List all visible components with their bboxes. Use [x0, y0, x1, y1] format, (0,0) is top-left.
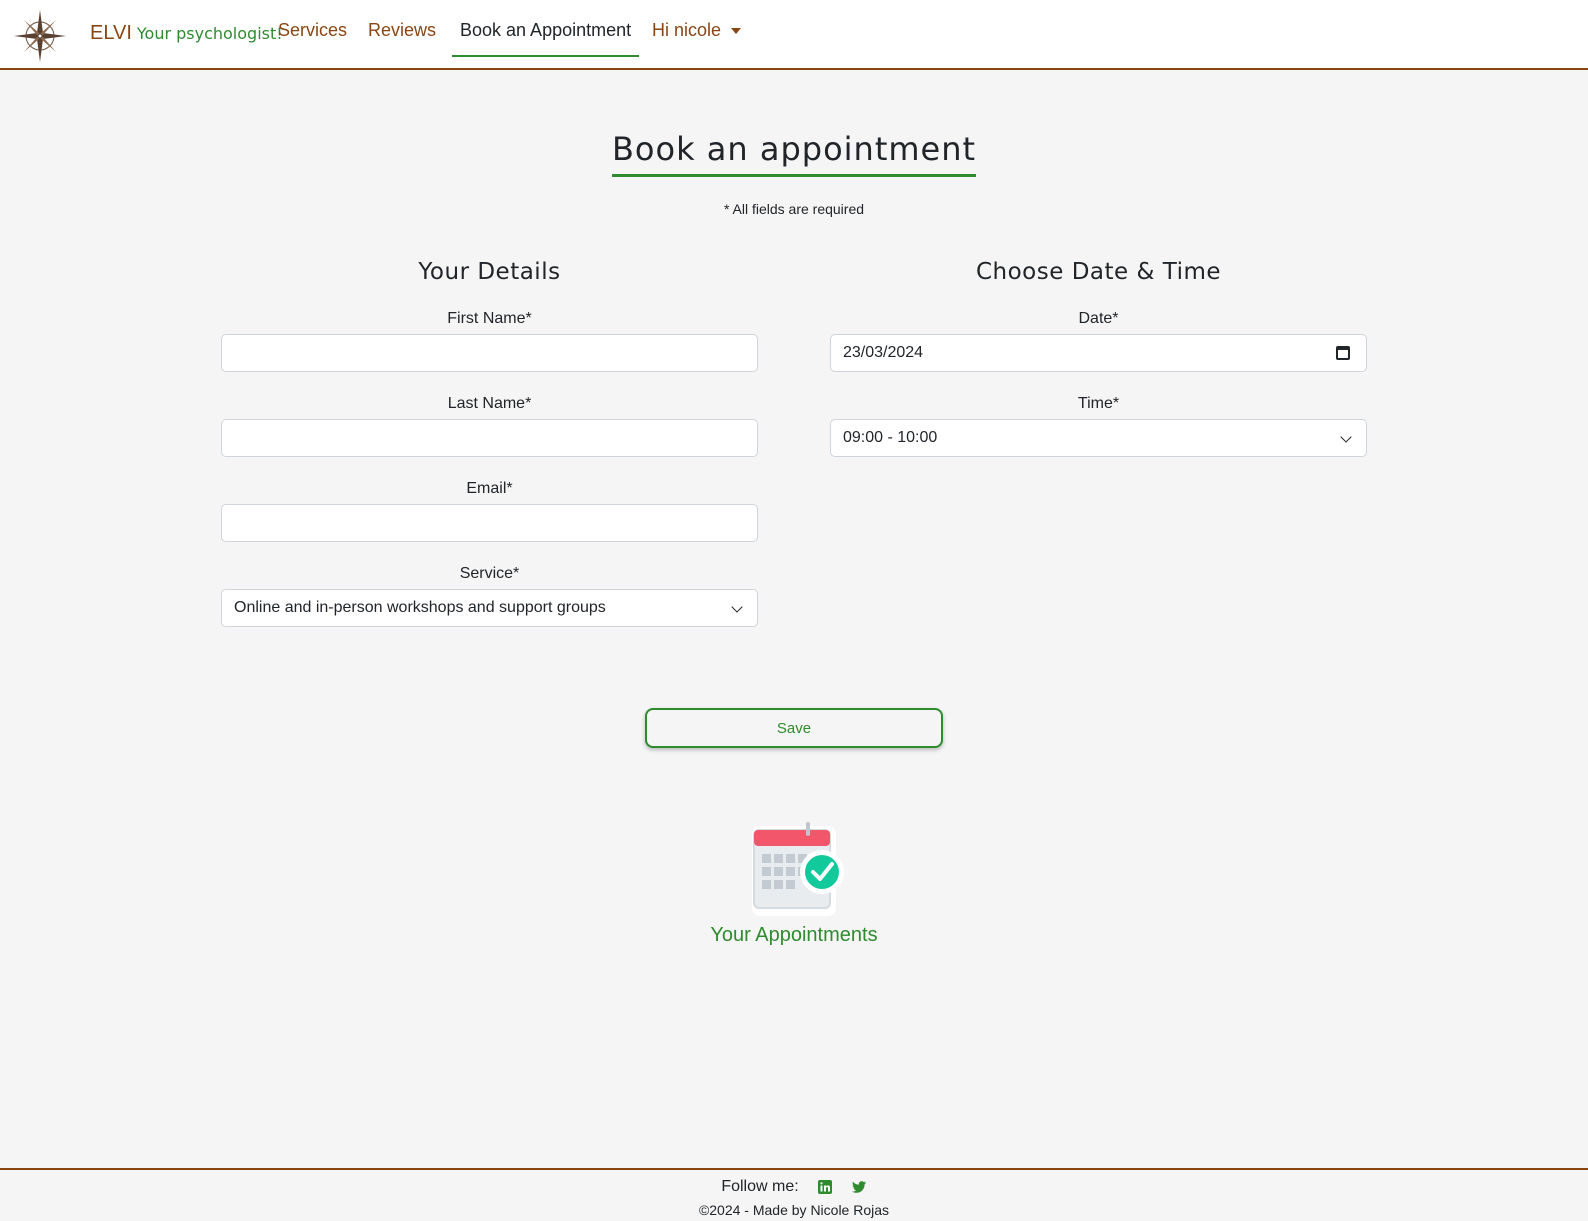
user-menu-label: Hi nicole	[652, 20, 722, 40]
your-details-heading: Your Details	[418, 259, 561, 285]
brand-link[interactable]: ELVI Your psychologist!	[90, 22, 283, 45]
nav-book-appointment-link[interactable]: Book an Appointment	[452, 0, 640, 57]
service-label: Service*	[459, 565, 520, 582]
date-label: Date*	[1078, 310, 1119, 327]
time-label: Time*	[1077, 395, 1120, 412]
time-select-value: 09:00 - 10:00	[843, 429, 938, 446]
email-label: Email*	[466, 480, 513, 497]
calendar-check-icon	[752, 822, 844, 916]
your-appointments-label: Your Appointments	[710, 924, 878, 946]
caret-down-icon	[731, 27, 742, 34]
time-field-group: Time* 09:00 - 10:00	[830, 389, 1367, 474]
email-input[interactable]	[221, 504, 758, 542]
date-time-heading: Choose Date & Time	[975, 259, 1222, 285]
calendar-picker-icon[interactable]	[1336, 346, 1350, 360]
footer: Follow me: ©2024 - Made by Nicole Rojas	[0, 1168, 1588, 1221]
service-select-value: Online and in-person workshops and suppo…	[234, 599, 606, 616]
nav-services-link[interactable]: Services	[278, 20, 347, 41]
user-menu-dropdown[interactable]: Hi nicole	[652, 20, 742, 41]
last-name-label: Last Name*	[447, 395, 532, 412]
first-name-field-group: First Name*	[221, 304, 758, 389]
required-fields-note: * All fields are required	[723, 201, 865, 217]
follow-me-label: Follow me:	[721, 1178, 799, 1195]
navbar: ELVI Your psychologist! Services Reviews…	[0, 0, 1588, 70]
page-title: Book an appointment	[611, 130, 977, 177]
linkedin-icon[interactable]	[817, 1179, 833, 1195]
your-appointments-link[interactable]: Your Appointments	[694, 818, 894, 947]
follow-me-row: Follow me:	[0, 1178, 1588, 1196]
first-name-input[interactable]	[221, 334, 758, 372]
date-field-group: Date* 23/03/2024	[830, 304, 1367, 389]
last-name-input[interactable]	[221, 419, 758, 457]
chevron-down-icon	[1340, 431, 1352, 443]
brand-name: ELVI	[90, 22, 132, 44]
date-time-section: Choose Date & Time Date* 23/03/2024 Time…	[830, 258, 1367, 474]
your-details-section: Your Details First Name* Last Name* Emai…	[221, 258, 758, 644]
service-select[interactable]: Online and in-person workshops and suppo…	[221, 589, 758, 627]
page-title-wrapper: Book an appointment	[0, 130, 1588, 177]
email-field-group: Email*	[221, 474, 758, 559]
brand-tagline: Your psychologist!	[136, 24, 283, 43]
service-field-group: Service* Online and in-person workshops …	[221, 559, 758, 644]
nav-reviews-link[interactable]: Reviews	[368, 20, 436, 41]
date-input-value: 23/03/2024	[843, 344, 924, 361]
copyright-text: ©2024 - Made by Nicole Rojas	[698, 1202, 890, 1218]
save-button[interactable]: Save	[645, 708, 943, 748]
time-select[interactable]: 09:00 - 10:00	[830, 419, 1367, 457]
compass-logo-icon[interactable]	[12, 8, 68, 64]
chevron-down-icon	[731, 601, 743, 613]
first-name-label: First Name*	[447, 310, 532, 327]
twitter-icon[interactable]	[851, 1179, 867, 1195]
date-input[interactable]: 23/03/2024	[830, 334, 1367, 372]
last-name-field-group: Last Name*	[221, 389, 758, 474]
